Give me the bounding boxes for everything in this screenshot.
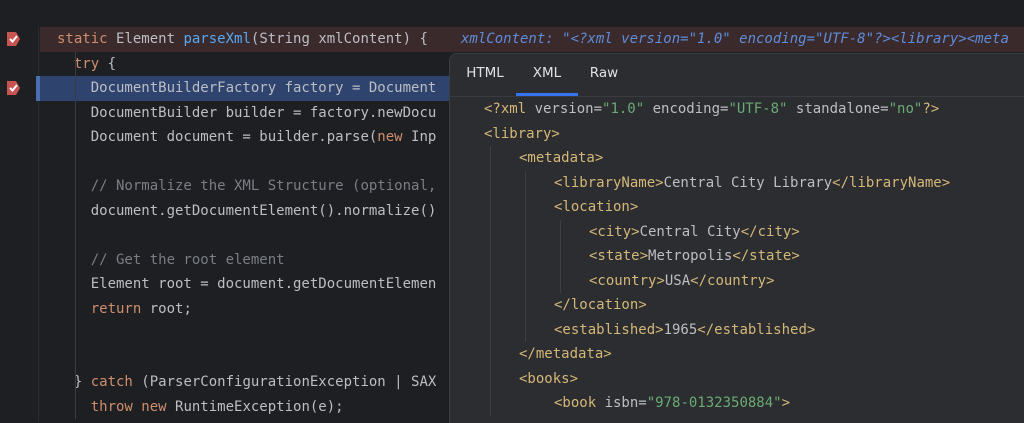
xml-line[interactable]: <metadata> [519, 146, 603, 171]
xml-line[interactable]: </metadata> [519, 342, 612, 367]
xml-token: version= [534, 101, 603, 117]
xml-token: "UTF-8" [728, 101, 796, 117]
code-token: RuntimeException(e); [175, 398, 344, 415]
code-token: DocumentBuilder builder = factory.newDoc… [90, 104, 437, 121]
xml-token: </libraryName> [832, 174, 951, 191]
xml-token: <state> [589, 248, 649, 264]
code-token: return [90, 300, 150, 317]
tab-xml[interactable]: XML [516, 54, 578, 96]
xml-token: "no" [888, 101, 923, 117]
xml-token: </metadata> [519, 346, 612, 362]
xml-token: "978-0132350884" [646, 395, 782, 411]
xml-token: </city> [740, 223, 800, 240]
xml-line[interactable]: <established>1965</established> [554, 318, 815, 343]
code-token: document.getDocumentElement().normalize(… [90, 202, 437, 219]
code-token: DocumentBuilderFactory factory = Documen… [90, 80, 437, 96]
code-token: // Get the root element [90, 251, 285, 268]
indent-guide [75, 51, 77, 419]
xml-token: Central City Library [663, 174, 833, 191]
code-token: // Normalize the XML Structure (optional… [90, 178, 437, 194]
xml-line[interactable]: <library> [484, 122, 560, 147]
code-token: catch [90, 374, 142, 390]
xml-token: encoding= [652, 101, 729, 117]
code-token: static [57, 31, 117, 47]
xml-viewer[interactable]: <?xml version="1.0" encoding="UTF-8" sta… [450, 97, 1024, 423]
code-token: try [73, 55, 108, 72]
xml-line[interactable]: <city>Central City</city> [589, 220, 800, 245]
xml-token: <location> [554, 199, 639, 215]
xml-token: <country> [589, 272, 665, 289]
xml-token: "1.0" [602, 101, 653, 117]
indent-guide [560, 219, 561, 293]
variable-value-popup: HTML XML Raw <?xml version="1.0" encoding=… [449, 53, 1024, 423]
window-top-strip [0, 0, 1024, 27]
xml-token: Metropolis [648, 248, 733, 264]
xml-line[interactable]: <book isbn="978-0132350884"> [554, 391, 790, 416]
xml-line[interactable]: <state>Metropolis</state> [589, 244, 800, 269]
code-token: new [141, 398, 176, 415]
xml-token: <books> [519, 370, 579, 387]
code-token: (ParserConfigurationException | SAX [141, 374, 437, 390]
indent-guide [490, 146, 491, 416]
xml-token: isbn= [604, 395, 647, 411]
xml-token: <libraryName> [554, 174, 664, 191]
xml-line[interactable]: </location> [554, 293, 647, 318]
code-token: { [107, 55, 117, 72]
code-token: throw [90, 398, 142, 415]
xml-token: standalone= [795, 101, 889, 117]
xml-token: <metadata> [519, 150, 604, 166]
xml-line[interactable]: <libraryName>Central City Library</libra… [554, 171, 950, 196]
tab-raw[interactable]: Raw [578, 54, 630, 96]
code-token: Element root = document.getDocumentEleme… [90, 276, 437, 292]
breakpoint-icon[interactable] [4, 79, 22, 97]
xml-token: Central City [639, 223, 741, 240]
xml-line[interactable]: <country>USA</country> [589, 269, 774, 294]
xml-token: </country> [690, 272, 775, 289]
inline-debug-value[interactable]: xmlContent: "<?xml version="1.0" encodin… [461, 27, 1009, 52]
code-token: } [73, 374, 91, 390]
code-token: Inp [411, 129, 437, 145]
popup-tabs: HTML XML Raw [450, 54, 1024, 97]
xml-token: </established> [697, 321, 816, 338]
code-line[interactable]: static Element parseXml(String xmlConten… [40, 27, 1024, 52]
xml-line[interactable]: <books> [519, 367, 578, 392]
xml-token: <?xml [484, 101, 535, 117]
code-token: new [377, 129, 412, 145]
xml-token: </state> [732, 248, 800, 264]
xml-token: <city> [589, 223, 640, 240]
code-token: parseXml [183, 31, 251, 47]
breakpoint-icon[interactable] [4, 30, 22, 48]
code-token: Element [116, 31, 184, 47]
tab-html[interactable]: HTML [454, 54, 516, 96]
xml-line[interactable]: <location> [554, 195, 638, 220]
code-token: (String xmlContent) { [250, 31, 428, 47]
xml-token: <established> [554, 321, 664, 338]
xml-token: </location> [554, 297, 647, 313]
xml-token: ?> [922, 101, 940, 117]
xml-token: 1965 [663, 321, 698, 338]
xml-token: USA [664, 272, 691, 289]
xml-token: <book [554, 395, 605, 411]
indent-guide [525, 170, 526, 342]
xml-token: > [781, 395, 791, 411]
xml-token: <library> [484, 125, 560, 142]
xml-line[interactable]: <?xml version="1.0" encoding="UTF-8" sta… [484, 97, 939, 122]
code-token: root; [149, 300, 192, 317]
code-token: Document document = builder.parse( [90, 129, 378, 145]
